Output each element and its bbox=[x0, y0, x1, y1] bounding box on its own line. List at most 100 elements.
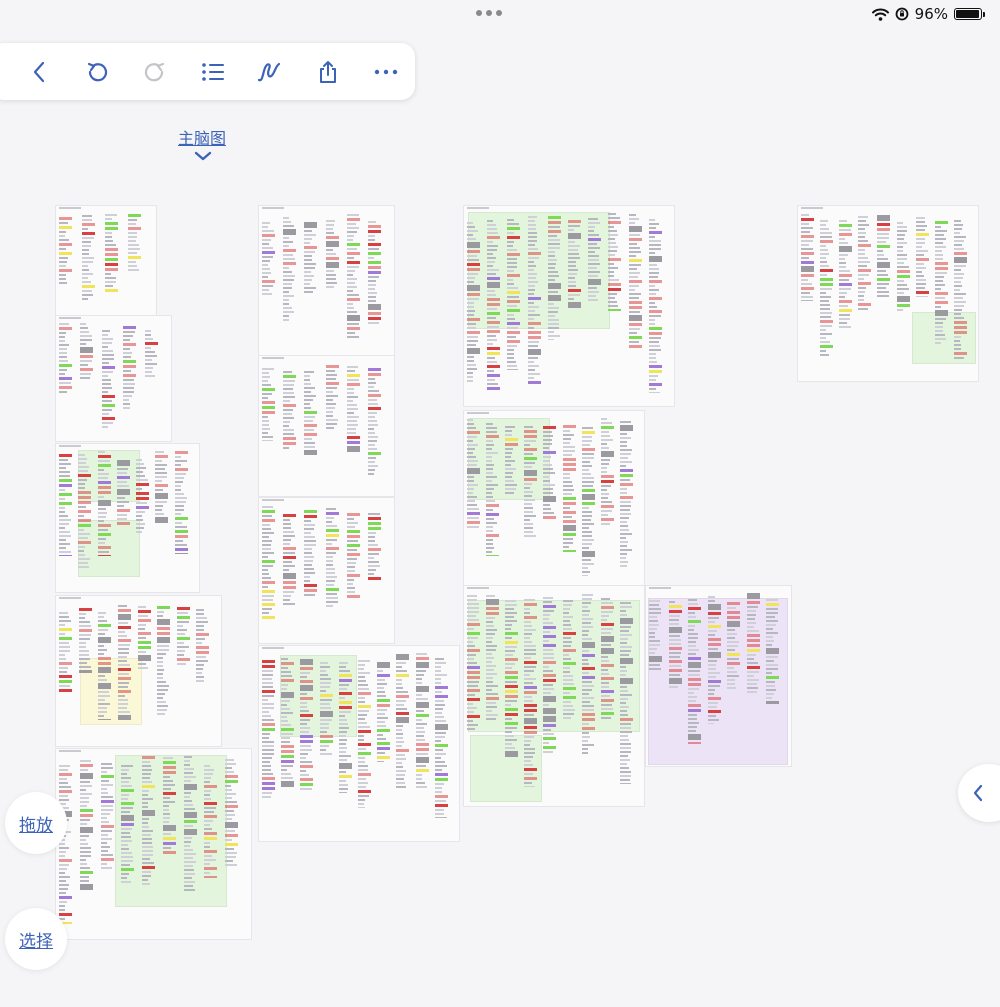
mindmap-node-column[interactable] bbox=[59, 765, 72, 924]
mindmap-node-column[interactable] bbox=[562, 425, 576, 552]
mindmap-node-column[interactable] bbox=[367, 368, 381, 477]
mindmap-node-column[interactable] bbox=[262, 660, 275, 800]
mindmap-node-column[interactable] bbox=[59, 612, 72, 693]
mindmap-node-column[interactable] bbox=[176, 607, 190, 666]
mindmap-node-column[interactable] bbox=[628, 214, 642, 350]
mindmap-node-column[interactable] bbox=[608, 213, 622, 311]
mindmap-node-column[interactable] bbox=[505, 426, 519, 496]
mindmap-node-column[interactable] bbox=[100, 763, 114, 869]
mindmap-node-column[interactable] bbox=[688, 599, 702, 744]
mindmap-node-column[interactable] bbox=[727, 602, 741, 691]
mindmap-node-column[interactable] bbox=[766, 599, 780, 704]
mindmap-node-column[interactable] bbox=[117, 605, 131, 720]
mindmap-node-column[interactable] bbox=[183, 756, 197, 891]
mindmap-node-column[interactable] bbox=[486, 423, 500, 556]
mindmap-node-column[interactable] bbox=[283, 371, 297, 451]
mindmap-node-column[interactable] bbox=[600, 598, 614, 720]
mindmap-node-column[interactable] bbox=[319, 662, 333, 755]
mindmap-node-column[interactable] bbox=[346, 366, 360, 452]
mindmap-node-column[interactable] bbox=[467, 419, 480, 529]
mindmap-node-column[interactable] bbox=[82, 215, 95, 301]
mindmap-node-column[interactable] bbox=[505, 600, 519, 757]
mindmap-node-column[interactable] bbox=[105, 214, 118, 292]
mindmap-node-column[interactable] bbox=[346, 513, 360, 599]
mindmap-node-column[interactable] bbox=[467, 595, 480, 731]
mindmap-node-column[interactable] bbox=[377, 662, 391, 762]
mindmap-node-column[interactable] bbox=[137, 606, 151, 669]
mindmap-node-column[interactable] bbox=[262, 368, 275, 441]
mindmap-node-column[interactable] bbox=[507, 219, 521, 370]
mindmap-node-column[interactable] bbox=[136, 459, 150, 534]
mindmap-canvas[interactable] bbox=[0, 0, 1000, 1007]
mindmap-node-column[interactable] bbox=[746, 593, 760, 695]
mindmap-node-column[interactable] bbox=[116, 460, 130, 526]
mindmap-node-column[interactable] bbox=[204, 765, 218, 878]
mindmap-node-column[interactable] bbox=[801, 214, 814, 301]
mindmap-node-column[interactable] bbox=[304, 510, 318, 596]
mindmap-node-column[interactable] bbox=[543, 426, 557, 520]
mindmap-node-column[interactable] bbox=[346, 214, 360, 340]
mindmap-node-column[interactable] bbox=[547, 216, 561, 340]
mindmap-node-column[interactable] bbox=[196, 609, 210, 683]
mindmap-node-column[interactable] bbox=[896, 222, 910, 313]
mindmap-node-column[interactable] bbox=[367, 513, 381, 581]
mindmap-node-column[interactable] bbox=[80, 323, 94, 379]
mindmap-node-column[interactable] bbox=[619, 421, 633, 568]
mindmap-node-column[interactable] bbox=[325, 220, 339, 290]
mindmap-node-column[interactable] bbox=[568, 220, 581, 308]
mindmap-node-column[interactable] bbox=[283, 217, 297, 323]
mindmap-node-column[interactable] bbox=[396, 654, 410, 789]
mindmap-node-column[interactable] bbox=[467, 222, 480, 383]
mindmap-node-column[interactable] bbox=[78, 454, 92, 570]
mindmap-node-column[interactable] bbox=[648, 219, 662, 393]
mindmap-node-column[interactable] bbox=[934, 221, 948, 344]
mindmap-node-column[interactable] bbox=[486, 595, 500, 721]
mindmap-node-column[interactable] bbox=[304, 371, 318, 455]
mindmap-node-column[interactable] bbox=[524, 426, 538, 538]
mindmap-node-column[interactable] bbox=[325, 365, 339, 431]
mindmap-node-column[interactable] bbox=[487, 220, 501, 391]
mindmap-node-column[interactable] bbox=[338, 662, 352, 793]
mindmap-node-column[interactable] bbox=[262, 506, 275, 621]
mindmap-node-column[interactable] bbox=[174, 451, 188, 554]
mindmap-node-column[interactable] bbox=[915, 217, 929, 297]
mindmap-node-column[interactable] bbox=[358, 660, 371, 808]
mindmap-node-column[interactable] bbox=[162, 757, 176, 854]
mindmap-node-column[interactable] bbox=[877, 215, 891, 297]
select-button[interactable]: 选择 bbox=[5, 908, 67, 970]
mindmap-node-column[interactable] bbox=[78, 608, 92, 673]
mindmap-node-column[interactable] bbox=[142, 756, 156, 887]
mindmap-node-column[interactable] bbox=[619, 602, 633, 784]
mindmap-node-column[interactable] bbox=[300, 659, 314, 792]
mindmap-node-column[interactable] bbox=[562, 600, 576, 721]
mindmap-node-column[interactable] bbox=[839, 220, 853, 328]
mindmap-node-column[interactable] bbox=[858, 216, 872, 310]
mindmap-node-column[interactable] bbox=[527, 216, 541, 386]
mindmap-node-column[interactable] bbox=[97, 451, 111, 556]
mindmap-node-column[interactable] bbox=[367, 221, 381, 324]
mindmap-node-column[interactable] bbox=[144, 330, 158, 381]
mindmap-node-column[interactable] bbox=[101, 330, 115, 429]
mindmap-node-column[interactable] bbox=[820, 220, 834, 357]
mindmap-node-column[interactable] bbox=[649, 600, 662, 670]
mindmap-node-column[interactable] bbox=[128, 214, 141, 271]
mindmap-node-column[interactable] bbox=[543, 597, 557, 755]
mindmap-node-column[interactable] bbox=[59, 323, 72, 394]
mindmap-node-column[interactable] bbox=[434, 658, 448, 818]
mindmap-node-column[interactable] bbox=[415, 653, 429, 789]
mindmap-node-column[interactable] bbox=[668, 601, 682, 689]
mindmap-node-column[interactable] bbox=[953, 220, 967, 359]
mindmap-node-column[interactable] bbox=[588, 218, 602, 302]
mindmap-node-column[interactable] bbox=[581, 427, 595, 576]
mindmap-node-column[interactable] bbox=[707, 596, 721, 724]
mindmap-node-column[interactable] bbox=[262, 222, 275, 297]
mindmap-node-column[interactable] bbox=[325, 508, 339, 607]
mindmap-node-column[interactable] bbox=[121, 765, 135, 885]
mindmap-node-column[interactable] bbox=[581, 594, 595, 756]
mindmap-node-column[interactable] bbox=[59, 217, 72, 285]
mindmap-node-column[interactable] bbox=[123, 326, 137, 409]
mindmap-node-column[interactable] bbox=[225, 759, 239, 867]
mindmap-node-column[interactable] bbox=[79, 760, 93, 890]
mindmap-node-column[interactable] bbox=[524, 599, 538, 787]
mindmap-node-column[interactable] bbox=[59, 454, 72, 556]
